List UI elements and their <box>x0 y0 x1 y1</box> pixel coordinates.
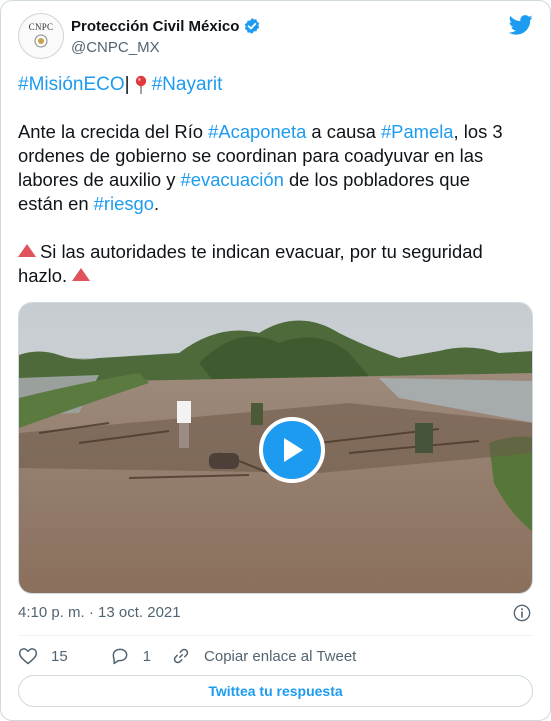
hashtag-pamela[interactable]: #Pamela <box>381 121 454 142</box>
text-segment: de los pobladores que <box>283 169 470 190</box>
tweet-card: CNPC Protección Civil México @CNPC_MX #M… <box>0 0 551 721</box>
reply-count-button[interactable]: 1 <box>110 646 151 666</box>
tweet-text-line: ordenes de gobierno se coordinan para co… <box>18 144 538 168</box>
text-segment: , los 3 <box>453 121 503 142</box>
like-button[interactable]: 15 <box>18 646 68 666</box>
like-count: 15 <box>51 647 68 665</box>
warning-text: Si las autoridades te indican evacuar, p… <box>40 241 483 262</box>
info-icon[interactable] <box>513 604 531 622</box>
hashtag-evacuacion[interactable]: #evacuación <box>181 169 284 190</box>
text-segment: ordenes de gobierno se coordinan para co… <box>18 145 484 166</box>
tweet-text-line: labores de auxilio y #evacuación de los … <box>18 168 538 192</box>
red-triangle-icon <box>18 244 36 257</box>
warning-text: hazlo. <box>18 265 68 286</box>
video-media[interactable] <box>18 302 533 594</box>
tweet-actions: 15 1 Copiar enlace al Tweet <box>18 645 356 667</box>
hashtag-nayarit[interactable]: #Nayarit <box>152 74 223 96</box>
play-icon <box>284 438 303 462</box>
hashtag-acaponeta[interactable]: #Acaponeta <box>208 121 306 142</box>
text-segment: labores de auxilio y <box>18 169 181 190</box>
link-icon <box>173 648 189 664</box>
tweet-text-line: Ante la crecida del Río #Acaponeta a cau… <box>18 120 538 144</box>
text-segment: . <box>154 193 160 214</box>
text-segment: están en <box>18 193 94 214</box>
hashtag-riesgo[interactable]: #riesgo <box>94 193 154 214</box>
heart-icon <box>18 648 38 665</box>
copy-link-label: Copiar enlace al Tweet <box>204 647 357 665</box>
divider <box>18 635 533 636</box>
red-triangle-icon <box>72 268 91 281</box>
reply-button[interactable]: Twittea tu respuesta <box>18 675 533 707</box>
play-button[interactable] <box>259 417 325 483</box>
author-name-row[interactable]: Protección Civil México <box>71 17 261 35</box>
verified-badge-icon <box>245 18 260 34</box>
tweet-line-hashtags: #MisiónECO | #Nayarit <box>18 74 222 96</box>
text-segment: Ante la crecida del Río <box>18 121 209 142</box>
tweet-text: Ante la crecida del Río #Acaponeta a cau… <box>18 120 538 288</box>
warning-line: Si las autoridades te indican evacuar, p… <box>18 240 538 264</box>
copy-link-button[interactable]: Copiar enlace al Tweet <box>171 646 356 666</box>
text-segment: a causa <box>306 121 381 142</box>
author-handle[interactable]: @CNPC_MX <box>71 39 160 56</box>
author-name[interactable]: Protección Civil México <box>71 18 239 35</box>
warning-line: hazlo. <box>18 264 538 288</box>
hashtag-mision-eco[interactable]: #MisiónECO <box>18 74 125 96</box>
separator: | <box>124 74 130 95</box>
tweet-text-line: están en #riesgo. <box>18 192 538 216</box>
seal-icon <box>34 34 48 48</box>
round-pushpin-icon <box>135 75 146 94</box>
avatar-text: CNPC <box>28 22 54 32</box>
avatar[interactable]: CNPC <box>18 13 64 59</box>
reply-count: 1 <box>142 647 152 665</box>
reply-bubble-icon <box>112 648 128 665</box>
twitter-bird-icon[interactable] <box>509 15 533 35</box>
tweet-timestamp[interactable]: 4:10 p. m. · 13 oct. 2021 <box>18 604 181 621</box>
